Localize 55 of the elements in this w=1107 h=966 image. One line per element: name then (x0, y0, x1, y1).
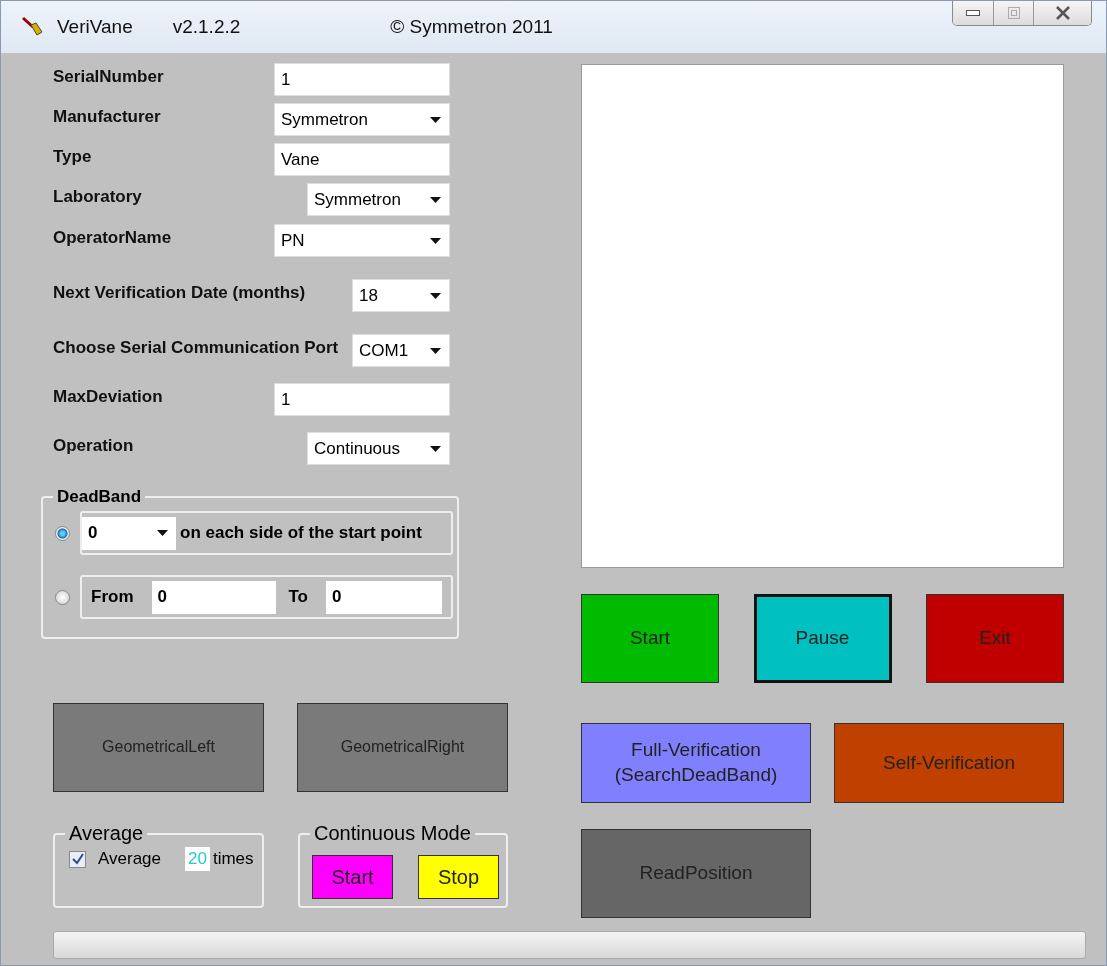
dropdown-arrow-icon (430, 196, 441, 203)
dropdown[interactable]: 0 (82, 516, 176, 550)
dropdown[interactable]: Symmetron (307, 183, 450, 216)
mode-button[interactable]: Start (312, 855, 393, 899)
dropdown-arrow-icon (430, 292, 441, 299)
radio-button[interactable] (55, 589, 70, 605)
input-field[interactable]: 0 (151, 580, 276, 614)
close-button[interactable] (1033, 1, 1091, 25)
minimize-icon (966, 10, 980, 16)
checkbox[interactable] (69, 850, 86, 868)
copyright-text: © Symmetron 2011 (390, 16, 553, 38)
input-field[interactable]: 0 (326, 580, 442, 614)
dropdown-arrow-icon (430, 347, 441, 354)
option-text: on each side of the start point (180, 523, 422, 543)
dropdown-arrow-icon (430, 445, 441, 452)
group-title: Continuous Mode (313, 822, 472, 845)
dropdown[interactable]: PN (274, 224, 450, 257)
geometry-button[interactable]: GeometricalRight (297, 703, 508, 792)
input-field[interactable]: 1 (274, 383, 450, 416)
field-label: Type (53, 147, 92, 167)
dropdown[interactable]: Symmetron (274, 103, 450, 136)
radio-button[interactable] (55, 525, 70, 541)
group-title: DeadBand (56, 487, 143, 507)
control-button[interactable]: Start (581, 594, 719, 683)
control-button[interactable]: Pause (753, 594, 892, 683)
dropdown-arrow-icon (430, 116, 441, 123)
window-title: VeriVane (57, 16, 133, 38)
field-label: Laboratory (53, 187, 142, 207)
dropdown[interactable]: 18 (352, 279, 450, 312)
dropdown[interactable]: COM1 (352, 334, 450, 367)
input-field[interactable]: Vane (274, 143, 450, 176)
field-label: Choose Serial Communication Port (53, 338, 339, 358)
verification-button[interactable]: Full-Verification (SearchDeadBand) (581, 723, 811, 803)
input-field[interactable]: 1 (274, 63, 450, 96)
group-title: Average (68, 822, 145, 845)
field-label: MaxDeviation (53, 387, 163, 407)
field-label: SerialNumber (53, 67, 164, 87)
field-label: Manufacturer (53, 107, 161, 127)
geometry-button[interactable]: GeometricalLeft (53, 703, 264, 792)
from-label: From (91, 587, 134, 607)
to-label: To (288, 587, 308, 607)
version-text: v2.1.2.2 (172, 16, 241, 38)
dropdown-arrow-icon (430, 237, 441, 244)
field-label: OperatorName (53, 228, 172, 248)
minimize-button[interactable] (953, 1, 993, 25)
checkbox-label: Average (98, 849, 161, 869)
field-label: Next Verification Date (months) (53, 283, 306, 303)
field-label: Operation (53, 436, 134, 456)
dropdown[interactable]: Continuous (307, 432, 450, 465)
unit-label: times (212, 849, 254, 869)
maximize-icon (1007, 7, 1020, 19)
mode-button[interactable]: Stop (418, 855, 499, 899)
dropdown-arrow-icon (157, 530, 168, 536)
close-icon (1054, 6, 1071, 20)
app-icon (21, 16, 45, 38)
